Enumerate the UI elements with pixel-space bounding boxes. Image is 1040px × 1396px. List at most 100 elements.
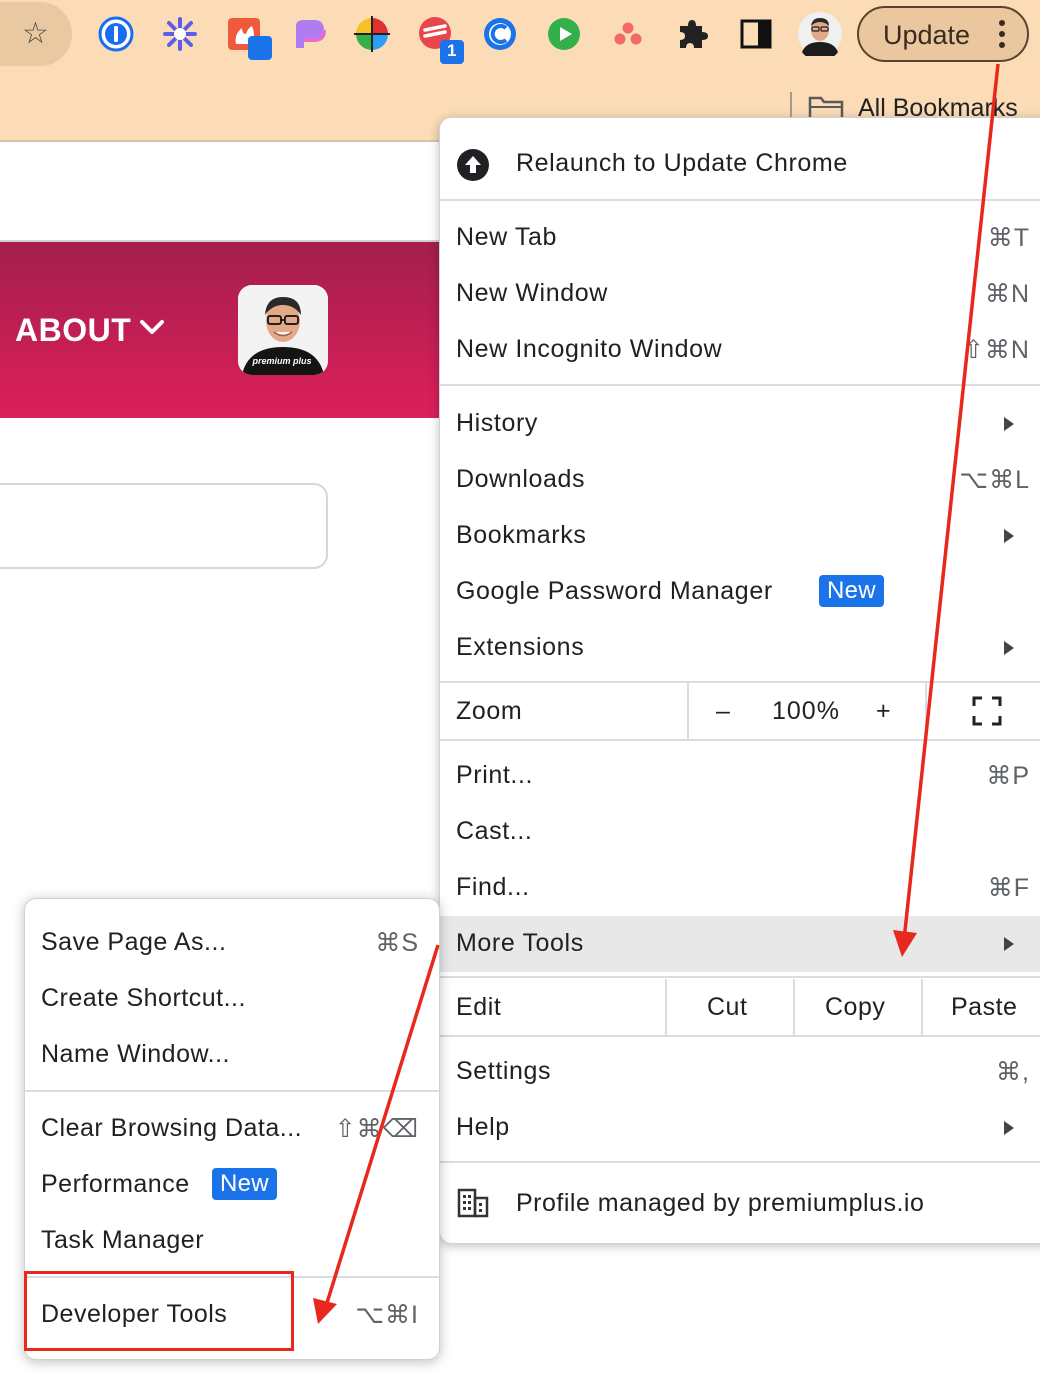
menu-separator (440, 1035, 1040, 1037)
copy-button[interactable]: Copy (825, 993, 885, 1022)
menu-zoom-label: Zoom (456, 697, 523, 725)
submenu-performance[interactable]: Performance New (25, 1157, 439, 1213)
pen-extension-button[interactable] (292, 16, 328, 52)
menu-new-incognito-window[interactable]: New Incognito Window ⇧⌘N (440, 322, 1040, 378)
fire-extension-icon (228, 18, 272, 60)
menu-google-password-manager[interactable]: Google Password Manager New (440, 564, 1040, 620)
author-avatar[interactable]: premium plus (238, 285, 328, 375)
menu-print[interactable]: Print... ⌘P (440, 748, 1040, 804)
save-page-label: Save Page As... (41, 928, 227, 956)
fire-extension-button[interactable] (226, 16, 272, 60)
zoom-level-value: 100% (772, 697, 840, 725)
menu-new-tab[interactable]: New Tab ⌘T (440, 210, 1040, 266)
menu-bookmarks[interactable]: Bookmarks (440, 508, 1040, 564)
menu-separator (440, 681, 1040, 683)
asterisk-icon (163, 17, 197, 51)
puzzle-piece-icon (680, 20, 708, 48)
menu-new-window-label: New Window (456, 279, 608, 307)
todoist-extension-button[interactable]: 1 (418, 16, 466, 64)
menu-downloads-shortcut: ⌥⌘L (959, 466, 1030, 494)
create-shortcut-label: Create Shortcut... (41, 984, 246, 1012)
play-extension-button[interactable] (546, 16, 582, 52)
side-panel-icon (740, 19, 772, 49)
menu-cast[interactable]: Cast... (440, 804, 1040, 860)
submenu-name-window[interactable]: Name Window... (25, 1027, 439, 1083)
menu-new-window[interactable]: New Window ⌘N (440, 266, 1040, 322)
zoom-out-button[interactable]: – (716, 697, 730, 726)
menu-separator (440, 976, 1040, 978)
page-search-field[interactable] (0, 483, 328, 569)
asana-icon (614, 22, 642, 45)
submenu-save-page-as[interactable]: Save Page As... ⌘S (25, 915, 439, 971)
submenu-separator (25, 1090, 439, 1092)
profile-avatar-button[interactable] (798, 12, 842, 62)
nav-about-link[interactable]: ABOUT (15, 312, 131, 349)
kebab-menu-icon (999, 20, 1007, 50)
site-header: ABOUT premium plus (0, 242, 440, 418)
menu-history[interactable]: History (440, 396, 1040, 452)
submenu-arrow-icon (1004, 937, 1014, 951)
submenu-arrow-icon (1004, 417, 1014, 431)
new-badge: New (212, 1168, 277, 1200)
color-wheel-extension-button[interactable] (354, 16, 390, 52)
menu-find-shortcut: ⌘F (987, 874, 1030, 902)
asana-extension-button[interactable] (610, 16, 646, 52)
paste-button[interactable]: Paste (951, 993, 1017, 1022)
submenu-arrow-icon (1004, 641, 1014, 655)
c-extension-icon (484, 18, 516, 50)
developer-tools-shortcut: ⌥⌘I (355, 1301, 419, 1329)
menu-new-incognito-shortcut: ⇧⌘N (962, 336, 1030, 364)
menu-new-tab-shortcut: ⌘T (987, 224, 1030, 252)
menu-profile-managed[interactable]: Profile managed by premiumplus.io (440, 1176, 1040, 1232)
star-icon: ☆ (22, 17, 49, 50)
menu-help[interactable]: Help (440, 1100, 1040, 1156)
upload-arrow-icon (457, 149, 489, 181)
chrome-main-menu: Relaunch to Update Chrome New Tab ⌘T New… (439, 117, 1040, 1244)
asterisk-extension-button[interactable] (162, 16, 198, 52)
menu-separator (440, 384, 1040, 386)
menu-relaunch-update[interactable]: Relaunch to Update Chrome (440, 136, 1040, 192)
menu-help-label: Help (456, 1113, 510, 1141)
side-panel-button[interactable] (738, 16, 774, 52)
submenu-arrow-icon (1004, 529, 1014, 543)
menu-find[interactable]: Find... ⌘F (440, 860, 1040, 916)
update-chrome-button[interactable]: Update (857, 6, 1029, 62)
menu-profile-label: Profile managed by premiumplus.io (516, 1189, 925, 1217)
new-badge: New (819, 575, 884, 607)
menu-new-tab-label: New Tab (456, 223, 558, 251)
menu-find-label: Find... (456, 873, 530, 901)
fullscreen-icon[interactable] (972, 696, 1002, 726)
pen-icon (296, 20, 326, 48)
menu-settings[interactable]: Settings ⌘, (440, 1044, 1040, 1100)
menu-extensions-label: Extensions (456, 633, 585, 661)
edit-divider (921, 979, 923, 1037)
menu-more-tools[interactable]: More Tools (440, 916, 1040, 972)
color-wheel-icon (354, 16, 390, 52)
zoom-divider (687, 683, 689, 741)
c-extension-button[interactable] (482, 16, 518, 52)
save-page-shortcut: ⌘S (375, 929, 419, 957)
profile-avatar (798, 12, 842, 62)
name-window-label: Name Window... (41, 1040, 231, 1068)
performance-label: Performance (41, 1170, 190, 1198)
shirt-logo-text: premium plus (252, 356, 312, 366)
1password-icon (98, 16, 134, 52)
cut-button[interactable]: Cut (707, 993, 747, 1022)
menu-extensions[interactable]: Extensions (440, 620, 1040, 676)
browser-toolbar: ☆ 1 Update (0, 0, 1040, 70)
menu-settings-shortcut: ⌘, (996, 1058, 1030, 1086)
submenu-arrow-icon (1004, 1121, 1014, 1135)
submenu-task-manager[interactable]: Task Manager (25, 1213, 439, 1269)
extensions-menu-button[interactable] (674, 16, 710, 52)
menu-downloads-label: Downloads (456, 465, 586, 493)
menu-downloads[interactable]: Downloads ⌥⌘L (440, 452, 1040, 508)
bookmark-star-button[interactable]: ☆ (0, 2, 72, 66)
submenu-create-shortcut[interactable]: Create Shortcut... (25, 971, 439, 1027)
zoom-in-button[interactable]: + (876, 697, 891, 726)
menu-more-tools-label: More Tools (456, 929, 584, 957)
notification-badge: 1 (447, 41, 457, 60)
submenu-clear-browsing-data[interactable]: Clear Browsing Data... ⇧⌘⌫ (25, 1101, 439, 1157)
edit-divider (793, 979, 795, 1037)
menu-edit-label: Edit (456, 993, 502, 1021)
1password-extension-button[interactable] (98, 16, 134, 52)
